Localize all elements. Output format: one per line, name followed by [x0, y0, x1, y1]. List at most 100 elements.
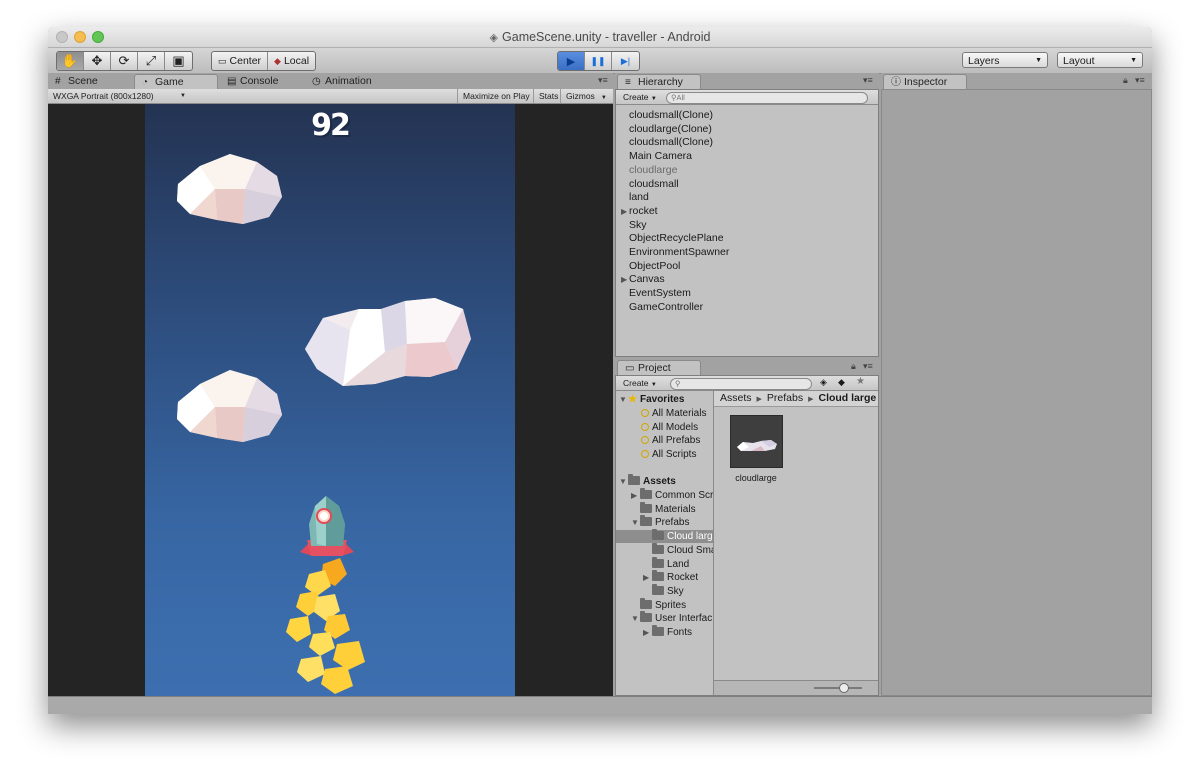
- layers-dropdown[interactable]: Layers ▼: [962, 52, 1048, 68]
- tab-game[interactable]: ◔ Game: [134, 74, 218, 89]
- folder-icon: [640, 611, 652, 623]
- zoom-slider-handle[interactable]: [839, 683, 849, 693]
- hierarchy-create-button[interactable]: Create ▼: [620, 91, 660, 103]
- hierarchy-item[interactable]: Sky: [629, 219, 647, 232]
- cloud-prefab-preview: [737, 440, 777, 451]
- favorite-item[interactable]: All Materials: [641, 407, 706, 420]
- folder-item[interactable]: ▼ Prefabs: [631, 515, 689, 529]
- game-view-toolbar: WXGA Portrait (800x1280) ▼ Maximize on P…: [48, 89, 613, 104]
- rocket-exhaust: [286, 558, 365, 694]
- move-tool-button[interactable]: ✥: [84, 52, 111, 70]
- rect-tool-button[interactable]: ▣: [165, 52, 192, 70]
- expand-arrow-icon[interactable]: ▶: [621, 205, 627, 218]
- layout-dropdown[interactable]: Layout ▼: [1057, 52, 1143, 68]
- hierarchy-item[interactable]: GameController: [629, 301, 703, 314]
- folder-icon: [628, 474, 640, 485]
- favorite-item[interactable]: All Prefabs: [641, 434, 700, 447]
- hierarchy-search-input[interactable]: ⚲All: [666, 92, 868, 104]
- tab-project[interactable]: ▭ Project: [617, 360, 701, 375]
- hierarchy-item[interactable]: cloudsmall(Clone): [629, 136, 713, 149]
- lock-icon[interactable]: 🔒︎: [851, 361, 856, 372]
- folder-item[interactable]: Land: [643, 556, 689, 571]
- expand-arrow-icon[interactable]: ▶: [643, 626, 652, 639]
- console-icon: ▤: [227, 76, 237, 87]
- folder-item[interactable]: Sprites: [631, 597, 686, 612]
- asset-thumbnail-cloudlarge[interactable]: [730, 415, 783, 468]
- zoom-slider-track[interactable]: [814, 687, 862, 689]
- chevron-down-icon: ▼: [600, 95, 607, 101]
- hierarchy-item[interactable]: land: [629, 191, 649, 204]
- folder-item[interactable]: ▶ Fonts: [643, 625, 692, 639]
- filter-by-type-icon[interactable]: ◈: [820, 377, 827, 388]
- hierarchy-item[interactable]: cloudsmall(Clone): [629, 109, 713, 122]
- expand-arrow-icon[interactable]: ▶: [631, 489, 640, 502]
- tab-inspector[interactable]: ⓘ Inspector: [883, 74, 967, 89]
- panel-menu-icon[interactable]: ▾≡: [1135, 75, 1145, 86]
- panel-menu-icon[interactable]: ▾≡: [863, 75, 873, 86]
- lock-icon[interactable]: 🔒︎: [1123, 75, 1128, 86]
- asset-name-label: cloudlarge: [735, 473, 777, 483]
- breadcrumb-assets[interactable]: Assets: [720, 392, 752, 404]
- project-create-button[interactable]: Create ▼: [620, 377, 660, 389]
- hierarchy-item[interactable]: EventSystem: [629, 287, 691, 300]
- window-title: ◈ GameScene.unity - traveller - Android: [489, 30, 711, 44]
- pivot-local-button[interactable]: ◆ Local: [268, 52, 315, 70]
- hierarchy-item[interactable]: ▶ Canvas: [621, 273, 665, 286]
- assets-header[interactable]: ▼ Assets: [619, 474, 676, 488]
- panel-menu-icon[interactable]: ▾≡: [598, 75, 608, 86]
- expand-arrow-icon[interactable]: ▼: [631, 516, 640, 529]
- folder-item[interactable]: Cloud larg: [616, 529, 713, 544]
- filter-by-label-icon[interactable]: ◆: [838, 377, 845, 388]
- step-button[interactable]: ▶|: [612, 52, 639, 70]
- title-bar: ◈ GameScene.unity - traveller - Android: [48, 27, 1152, 48]
- inspector-tabbar: ⓘ Inspector 🔒︎ ▾≡: [881, 73, 1152, 89]
- hierarchy-item[interactable]: ObjectRecyclePlane: [629, 232, 724, 245]
- breadcrumb-prefabs[interactable]: Prefabs: [767, 392, 803, 404]
- hierarchy-item[interactable]: ObjectPool: [629, 260, 680, 273]
- play-button[interactable]: ▶: [558, 52, 585, 70]
- folder-icon: [652, 542, 664, 554]
- favorite-item[interactable]: All Scripts: [641, 448, 696, 461]
- folder-icon: [640, 515, 652, 527]
- folder-item[interactable]: ▼ User Interfac: [631, 611, 712, 625]
- tab-animation[interactable]: ◷ Animation: [305, 74, 399, 89]
- maximize-on-play-toggle[interactable]: Maximize on Play: [457, 89, 535, 103]
- game-canvas: 92: [145, 104, 515, 696]
- expand-arrow-icon[interactable]: ▶: [621, 273, 627, 286]
- hierarchy-item[interactable]: Main Camera: [629, 150, 692, 163]
- hierarchy-item[interactable]: cloudlarge: [629, 164, 677, 177]
- hierarchy-item[interactable]: EnvironmentSpawner: [629, 246, 729, 259]
- game-icon: ◔: [142, 77, 149, 88]
- tab-console[interactable]: ▤ Console: [220, 74, 302, 89]
- favorite-star-icon[interactable]: ★: [856, 376, 865, 387]
- panel-menu-icon[interactable]: ▾≡: [863, 361, 873, 372]
- expand-arrow-icon[interactable]: ▶: [643, 571, 652, 584]
- expand-arrow-icon[interactable]: ▼: [631, 612, 640, 625]
- gizmos-dropdown[interactable]: Gizmos ▼: [560, 89, 613, 103]
- folder-item[interactable]: Materials: [631, 501, 696, 516]
- project-search-input[interactable]: ⚲: [670, 378, 812, 390]
- hierarchy-item[interactable]: cloudlarge(Clone): [629, 123, 712, 136]
- local-space-icon: ◆: [274, 55, 281, 66]
- game-view[interactable]: 92: [48, 104, 613, 696]
- favorite-item[interactable]: All Models: [641, 421, 698, 434]
- folder-item[interactable]: ▶ Rocket: [643, 570, 698, 584]
- pivot-center-button[interactable]: ▭ Center: [212, 52, 269, 70]
- hand-tool-button[interactable]: ✋: [57, 52, 84, 70]
- folder-item[interactable]: ▶ Common Scr: [631, 488, 713, 502]
- folder-item[interactable]: Sky: [643, 583, 684, 598]
- cloud-small-top: [177, 154, 282, 224]
- favorites-header[interactable]: ▼★ Favorites: [619, 393, 684, 406]
- hierarchy-item[interactable]: cloudsmall: [629, 178, 679, 191]
- stats-toggle[interactable]: Stats: [533, 89, 563, 103]
- expand-arrow-icon: ▼: [619, 395, 627, 404]
- rotate-tool-button[interactable]: ⟳: [111, 52, 138, 70]
- pause-button[interactable]: ❚❚: [585, 52, 612, 70]
- resolution-dropdown[interactable]: WXGA Portrait (800x1280) ▼: [48, 89, 190, 103]
- folder-icon: [652, 583, 664, 595]
- hierarchy-item[interactable]: ▶ rocket: [621, 205, 658, 218]
- scale-tool-button[interactable]: ⤢: [138, 52, 165, 70]
- tab-hierarchy[interactable]: ≡ Hierarchy: [617, 74, 701, 89]
- tab-scene[interactable]: # Scene: [48, 74, 126, 89]
- folder-item[interactable]: Cloud Sma: [643, 542, 713, 557]
